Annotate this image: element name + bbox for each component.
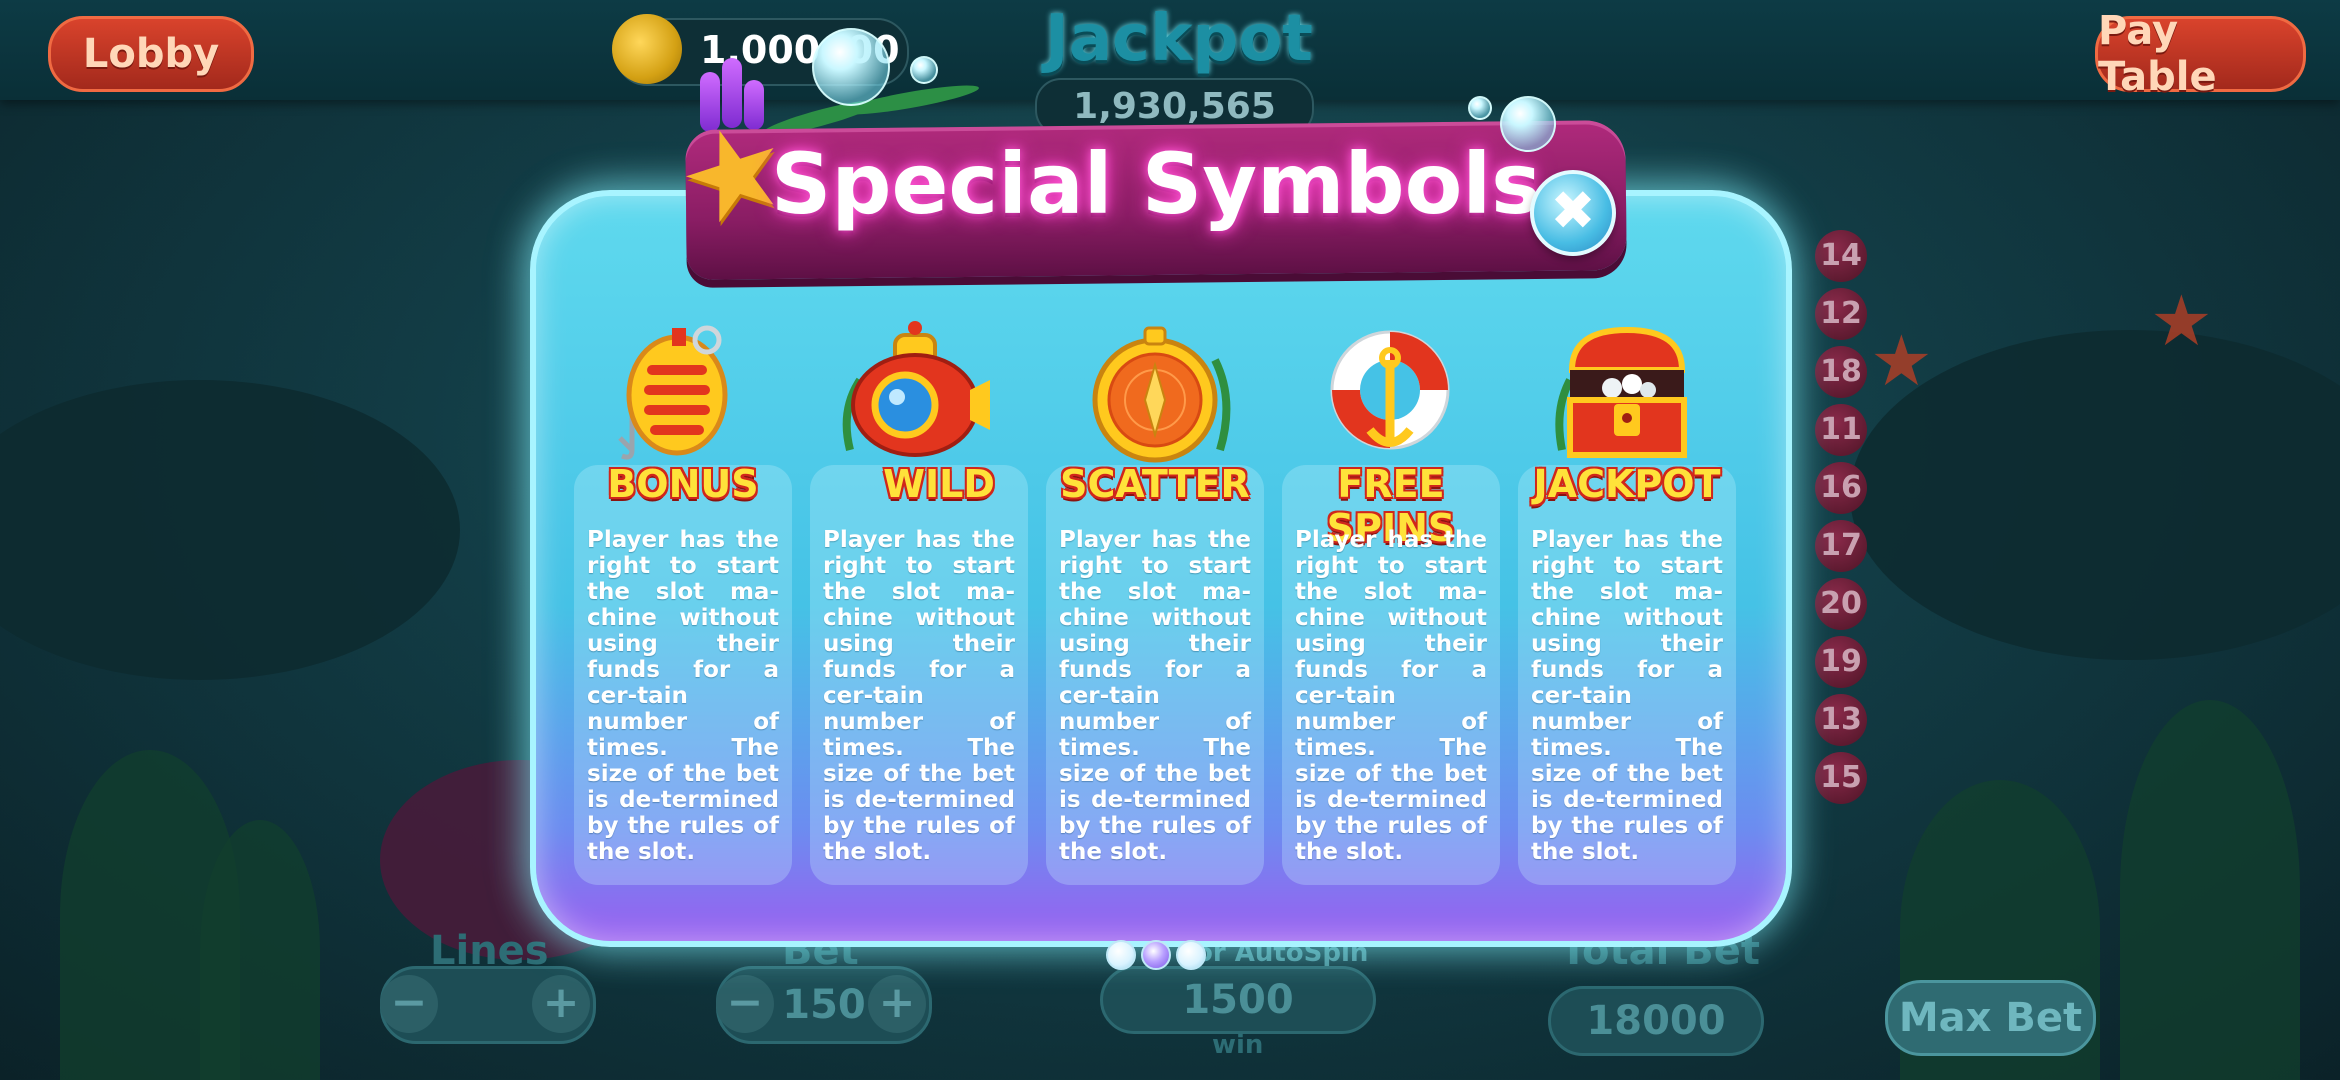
page-dot[interactable] xyxy=(1176,940,1206,970)
symbol-description: Player has the right to start the slot m… xyxy=(587,527,779,865)
coin-icon xyxy=(612,14,682,84)
total-bet-value: 18000 xyxy=(1548,986,1764,1056)
treasure-chest-icon xyxy=(1555,326,1687,458)
lines-minus-button[interactable]: − xyxy=(380,975,438,1033)
payline-number[interactable]: 16 xyxy=(1815,462,1867,514)
page-dot-active[interactable] xyxy=(1141,940,1171,970)
pay-table-button[interactable]: Pay Table xyxy=(2095,8,2306,100)
symbol-description: Player has the right to start the slot m… xyxy=(1295,527,1487,865)
payline-number[interactable]: 18 xyxy=(1815,346,1867,398)
win-value: 1500 xyxy=(1100,966,1376,1034)
symbol-name: JACKPOT xyxy=(1533,462,1721,506)
symbol-name: BONUS xyxy=(607,462,759,506)
payline-number[interactable]: 11 xyxy=(1815,404,1867,456)
submarine-icon xyxy=(842,321,990,457)
seaweed xyxy=(200,820,320,1080)
bubble-decoration xyxy=(1468,96,1492,120)
symbol-description: Player has the right to start the slot m… xyxy=(1531,527,1723,865)
lines-plus-button[interactable]: + xyxy=(532,975,590,1033)
bubble-decoration xyxy=(910,56,938,84)
symbol-name: WILD xyxy=(883,462,995,506)
lifebuoy-anchor-icon xyxy=(1330,330,1450,450)
close-button[interactable]: ✖ xyxy=(1530,170,1616,256)
symbol-name: SCATTER xyxy=(1060,462,1250,506)
bet-minus-button[interactable]: − xyxy=(716,975,774,1033)
payline-number[interactable]: 20 xyxy=(1815,578,1867,630)
compass-icon xyxy=(1092,326,1231,463)
payline-number[interactable]: 15 xyxy=(1815,752,1867,804)
win-label: win xyxy=(1212,1030,1264,1060)
symbol-description: Player has the right to start the slot m… xyxy=(1059,527,1251,865)
starfish-icon: ★ xyxy=(2150,280,2213,362)
seabed-rock xyxy=(0,380,460,680)
close-icon: ✖ xyxy=(1550,179,1596,242)
bet-plus-button[interactable]: + xyxy=(868,975,926,1033)
lobby-button[interactable]: Lobby xyxy=(48,16,254,92)
payline-number[interactable]: 13 xyxy=(1815,694,1867,746)
starfish-icon: ★ xyxy=(1870,320,1933,402)
seaweed xyxy=(2120,700,2300,1080)
fishing-lure-icon xyxy=(618,325,728,460)
page-dot[interactable] xyxy=(1106,940,1136,970)
payline-number[interactable]: 17 xyxy=(1815,520,1867,572)
bubble-decoration xyxy=(812,28,890,106)
payline-number[interactable]: 14 xyxy=(1815,230,1867,282)
max-bet-button[interactable]: Max Bet xyxy=(1885,980,2096,1056)
dialog-title: Special Symbols xyxy=(770,135,1542,233)
symbol-description: Player has the right to start the slot m… xyxy=(823,527,1015,865)
jackpot-title: Jackpot xyxy=(1045,2,1313,76)
payline-number[interactable]: 19 xyxy=(1815,636,1867,688)
payline-number[interactable]: 12 xyxy=(1815,288,1867,340)
bubble-decoration xyxy=(1500,96,1556,152)
